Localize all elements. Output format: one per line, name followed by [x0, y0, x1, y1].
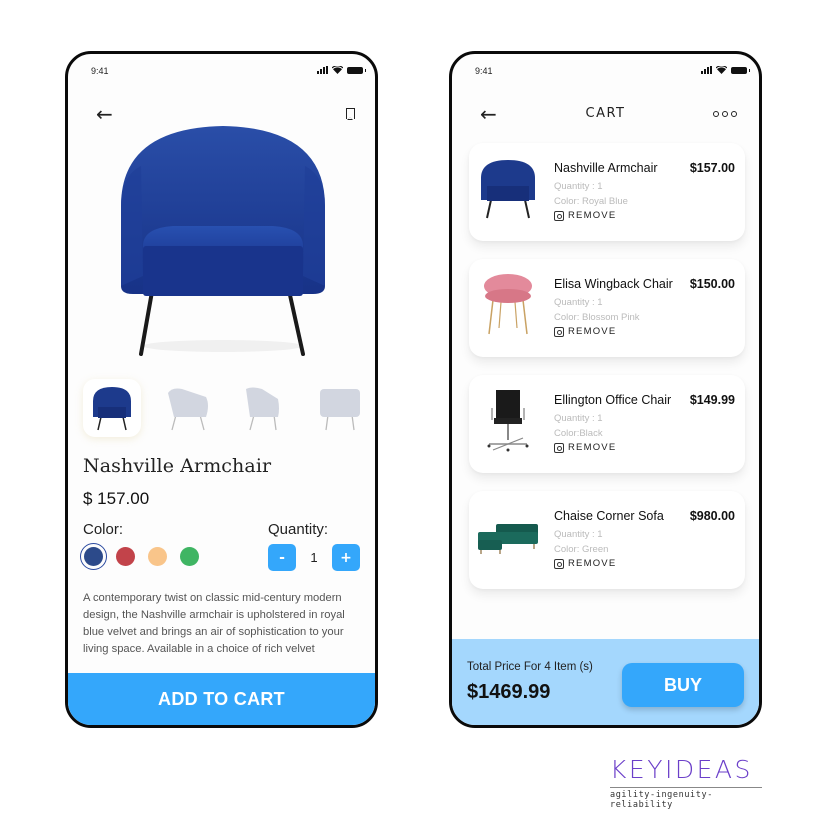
cart-item: Elisa Wingback Chair $150.00 Quantity : … — [469, 259, 745, 357]
cart-item: Nashville Armchair $157.00 Quantity : 1 … — [469, 143, 745, 241]
product-title: Nashville Armchair — [83, 455, 272, 477]
status-time: 9:41 — [91, 66, 109, 76]
product-description: A contemporary twist on classic mid-cent… — [83, 592, 345, 655]
cart-item-image — [475, 503, 541, 569]
color-swatch-royal-blue[interactable] — [80, 543, 107, 570]
remove-label: REMOVE — [568, 210, 617, 221]
cart-item-price: $150.00 — [689, 277, 735, 291]
remove-icon — [554, 210, 564, 221]
color-swatch-red[interactable] — [116, 547, 135, 566]
remove-icon — [554, 442, 564, 453]
signal-icon — [317, 66, 328, 74]
more-options-icon[interactable] — [713, 111, 737, 117]
remove-label: REMOVE — [568, 326, 617, 337]
cart-item-quantity: Quantity : 1 — [554, 297, 603, 308]
product-hero-image — [121, 126, 325, 356]
quantity-value: 1 — [310, 550, 318, 565]
signal-icon — [701, 66, 712, 74]
remove-button[interactable]: REMOVE — [554, 210, 616, 221]
cart-item-color: Color:Black — [554, 428, 603, 439]
color-swatches — [80, 543, 199, 570]
cart-item-quantity: Quantity : 1 — [554, 413, 603, 424]
cart-item: Ellington Office Chair $149.99 Quantity … — [469, 375, 745, 473]
cart-item-price: $980.00 — [689, 509, 735, 523]
battery-icon — [731, 66, 750, 74]
cart-item-color: Color: Royal Blue — [554, 196, 628, 207]
brand-name: KEYIDEAS — [610, 755, 753, 784]
thumbnail-grey-back[interactable] — [311, 379, 369, 437]
back-arrow-icon[interactable]: ← — [96, 104, 113, 124]
cart-list: Nashville Armchair $157.00 Quantity : 1 … — [469, 143, 745, 607]
battery-icon — [347, 66, 366, 74]
thumb-chair-image — [320, 389, 360, 431]
status-bar: 9:41 — [68, 64, 375, 80]
cart-item-image — [475, 387, 541, 453]
wifi-icon — [332, 66, 343, 74]
remove-button[interactable]: REMOVE — [554, 442, 616, 453]
cart-item-quantity: Quantity : 1 — [554, 181, 603, 192]
color-swatch-green[interactable] — [180, 547, 199, 566]
thumb-chair-image — [93, 387, 131, 431]
cart-item-image — [475, 271, 541, 337]
cart-footer: Total Price For 4 Item (s) $1469.99 BUY — [452, 639, 759, 725]
color-label: Color: — [83, 521, 124, 538]
cart-item-price: $149.99 — [689, 393, 735, 407]
quantity-stepper: - 1 + — [268, 544, 360, 571]
cart-item-quantity: Quantity : 1 — [554, 529, 603, 540]
thumbnail-grey-side[interactable] — [159, 379, 217, 437]
quantity-increase-button[interactable]: + — [332, 544, 360, 571]
remove-icon — [554, 558, 564, 569]
remove-icon — [554, 326, 564, 337]
cart-item-price: $157.00 — [689, 161, 735, 175]
cart-item-name: Chaise Corner Sofa — [554, 509, 664, 523]
add-to-cart-button[interactable]: ADD TO CART — [68, 673, 375, 725]
color-swatch-peach[interactable] — [148, 547, 167, 566]
cart-item: Chaise Corner Sofa $980.00 Quantity : 1 … — [469, 491, 745, 589]
thumb-chair-image — [168, 388, 208, 431]
thumbnail-strip — [83, 379, 375, 437]
brand-tagline: agility-ingenuity-reliability — [610, 790, 713, 810]
brand-logo: KEYIDEAS agility-ingenuity-reliability — [610, 757, 762, 810]
product-detail-screen: 9:41 ← Nashville Armchair $ 157.00 Color… — [65, 51, 378, 728]
cart-item-color: Color: Green — [554, 544, 609, 555]
remove-label: REMOVE — [568, 558, 617, 569]
cart-item-name: Nashville Armchair — [554, 161, 658, 175]
quantity-label: Quantity: — [268, 521, 329, 538]
status-bar: 9:41 — [452, 64, 759, 80]
status-time: 9:41 — [475, 66, 493, 76]
buy-button[interactable]: BUY — [622, 663, 744, 707]
cart-item-image — [475, 155, 541, 221]
product-price: $ 157.00 — [83, 489, 150, 508]
cart-screen: 9:41 ← CART Nashville Armchair $157.00 Q… — [449, 51, 762, 728]
brand-divider — [610, 787, 762, 788]
thumbnail-royal-blue[interactable] — [83, 379, 141, 437]
cart-item-color: Color: Blossom Pink — [554, 312, 640, 323]
thumbnail-grey-angle[interactable] — [235, 379, 293, 437]
remove-button[interactable]: REMOVE — [554, 558, 616, 569]
quantity-decrease-button[interactable]: - — [268, 544, 296, 571]
total-label: Total Price For 4 Item (s) — [467, 661, 593, 673]
cart-item-name: Elisa Wingback Chair — [554, 277, 673, 291]
thumb-chair-image — [246, 387, 279, 431]
remove-button[interactable]: REMOVE — [554, 326, 616, 337]
wifi-icon — [716, 66, 727, 74]
total-price: $1469.99 — [467, 681, 551, 703]
cart-item-name: Ellington Office Chair — [554, 393, 672, 407]
bookmark-icon[interactable] — [346, 108, 355, 120]
remove-label: REMOVE — [568, 442, 617, 453]
